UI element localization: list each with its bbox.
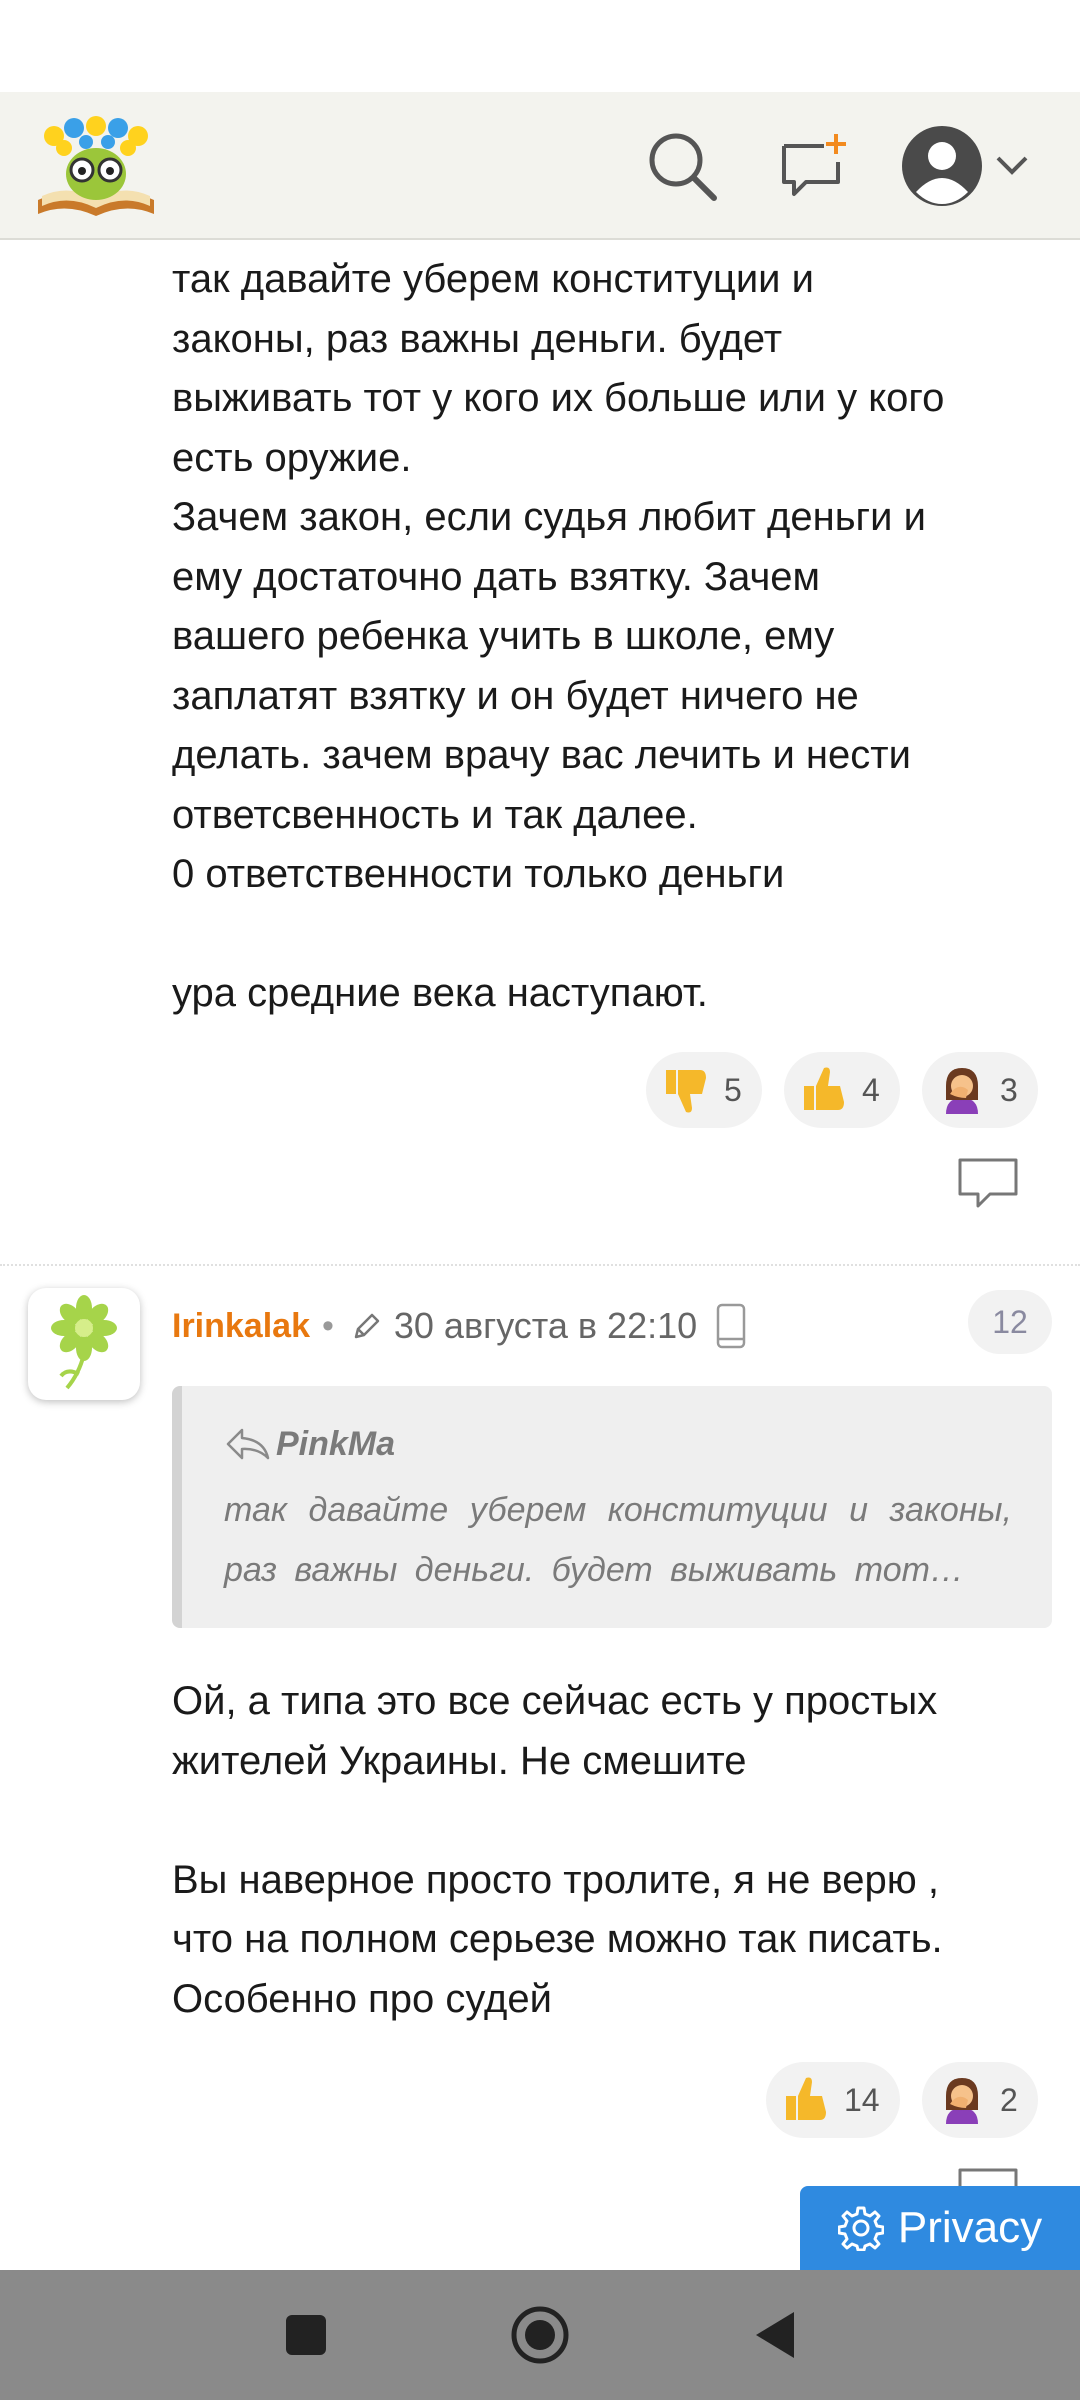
status-bar	[0, 0, 1080, 92]
back-button[interactable]	[734, 2300, 814, 2370]
avatar[interactable]	[28, 1288, 140, 1400]
recents-button[interactable]	[266, 2300, 346, 2370]
separator-dot: •	[321, 1306, 334, 1345]
reply-arrow-icon	[226, 1428, 270, 1460]
quote-author: PinkMa	[276, 1424, 396, 1463]
facepalm-icon	[934, 1062, 990, 1118]
quoted-reply[interactable]: PinkMa так давайте уберем конституции и …	[172, 1386, 1052, 1628]
reaction-thumbs-up[interactable]: 4	[784, 1052, 900, 1128]
privacy-button[interactable]: Privacy	[800, 2186, 1080, 2270]
reaction-facepalm-2[interactable]: 2	[922, 2062, 1038, 2138]
gear-icon	[837, 2206, 884, 2251]
search-icon	[649, 133, 717, 201]
reaction-thumbs-up-2[interactable]: 14	[766, 2062, 900, 2138]
thumbs-up-icon	[778, 2072, 834, 2128]
reaction-thumbs-down[interactable]: 5	[646, 1052, 762, 1128]
thumbs-up-icon	[796, 1062, 852, 1118]
app-header	[0, 92, 1080, 240]
new-message-button[interactable]	[770, 122, 858, 210]
chevron-down-icon	[996, 156, 1028, 175]
square-icon	[286, 2315, 326, 2355]
comment-divider	[0, 1264, 1080, 1266]
pencil-icon	[354, 1313, 380, 1339]
reaction-facepalm[interactable]: 3	[922, 1052, 1038, 1128]
author-name[interactable]: Irinkalak	[172, 1307, 310, 1346]
privacy-label: Privacy	[897, 2203, 1043, 2252]
circle-icon	[511, 2306, 569, 2364]
mobile-device-icon	[716, 1303, 746, 1349]
system-nav-bar	[0, 2270, 1080, 2400]
quote-text: так давайте уберем конституции и законы,…	[224, 1491, 1012, 1589]
comment-date: 30 августа в 22:10	[393, 1305, 698, 1346]
comment-body: так давайте уберем конституции и законы,…	[172, 257, 945, 1015]
comment-number-badge[interactable]: 12	[968, 1290, 1052, 1354]
facepalm-icon	[934, 2072, 990, 2128]
reply-button[interactable]	[956, 1156, 1020, 1212]
back-triangle-icon	[756, 2312, 794, 2358]
avatar-icon	[902, 126, 982, 206]
profile-menu-button[interactable]	[896, 122, 1036, 210]
comment-icon	[958, 1158, 1018, 1208]
new-message-icon	[782, 134, 846, 196]
thumbs-down-icon	[658, 1062, 714, 1118]
home-button[interactable]	[500, 2300, 580, 2370]
comment-meta: Irinkalak • 30 августа в 22:10	[172, 1296, 747, 1356]
flower-avatar-icon	[51, 1295, 117, 1390]
site-logo[interactable]	[32, 108, 160, 220]
search-button[interactable]	[638, 122, 726, 210]
comment-body-2: Ой, а типа это все сейчас есть у простых…	[172, 1679, 943, 2021]
